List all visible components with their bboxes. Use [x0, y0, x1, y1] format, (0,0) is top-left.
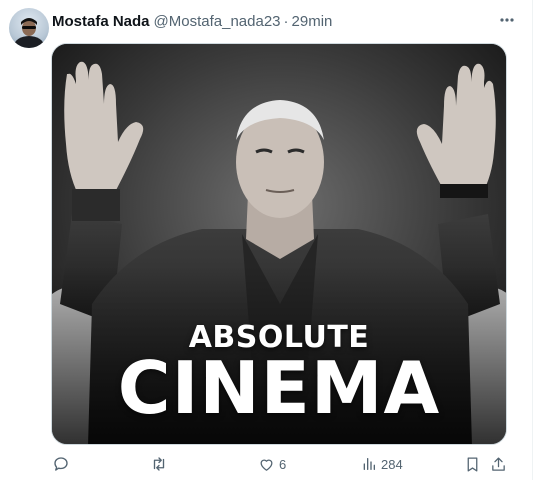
like-count: 6 — [279, 456, 287, 472]
author-name[interactable]: Mostafa Nada — [52, 13, 150, 30]
reply-button[interactable] — [52, 452, 70, 476]
views-icon — [363, 458, 375, 470]
bookmark-icon — [467, 456, 478, 472]
views-count: 284 — [381, 456, 403, 472]
more-icon — [500, 18, 514, 22]
meme-caption-bottom: CINEMA — [117, 346, 441, 430]
tweet-media[interactable]: ABSOLUTE CINEMA — [51, 43, 507, 445]
reply-icon — [54, 457, 68, 471]
tweet[interactable]: Mostafa Nada @Mostafa_nada23 · 29min ABS… — [0, 0, 533, 480]
retweet-icon — [153, 457, 165, 471]
more-options-button[interactable] — [496, 10, 518, 30]
avatar-image — [14, 18, 44, 48]
retweet-button[interactable] — [150, 452, 168, 476]
heart-icon — [260, 459, 273, 471]
separator-dot: · — [283, 12, 289, 30]
tweet-actions: 6 284 — [48, 452, 510, 476]
share-icon — [492, 456, 505, 471]
tweet-timestamp[interactable]: 29min — [292, 13, 333, 30]
author-handle[interactable]: @Mostafa_nada23 — [154, 13, 281, 30]
bookmark-button[interactable] — [464, 452, 481, 476]
views-button[interactable]: 284 — [361, 452, 403, 476]
like-button[interactable]: 6 — [258, 452, 286, 476]
share-button[interactable] — [490, 452, 507, 476]
avatar[interactable] — [9, 8, 49, 48]
tweet-header: Mostafa Nada @Mostafa_nada23 · 29min — [52, 11, 492, 31]
